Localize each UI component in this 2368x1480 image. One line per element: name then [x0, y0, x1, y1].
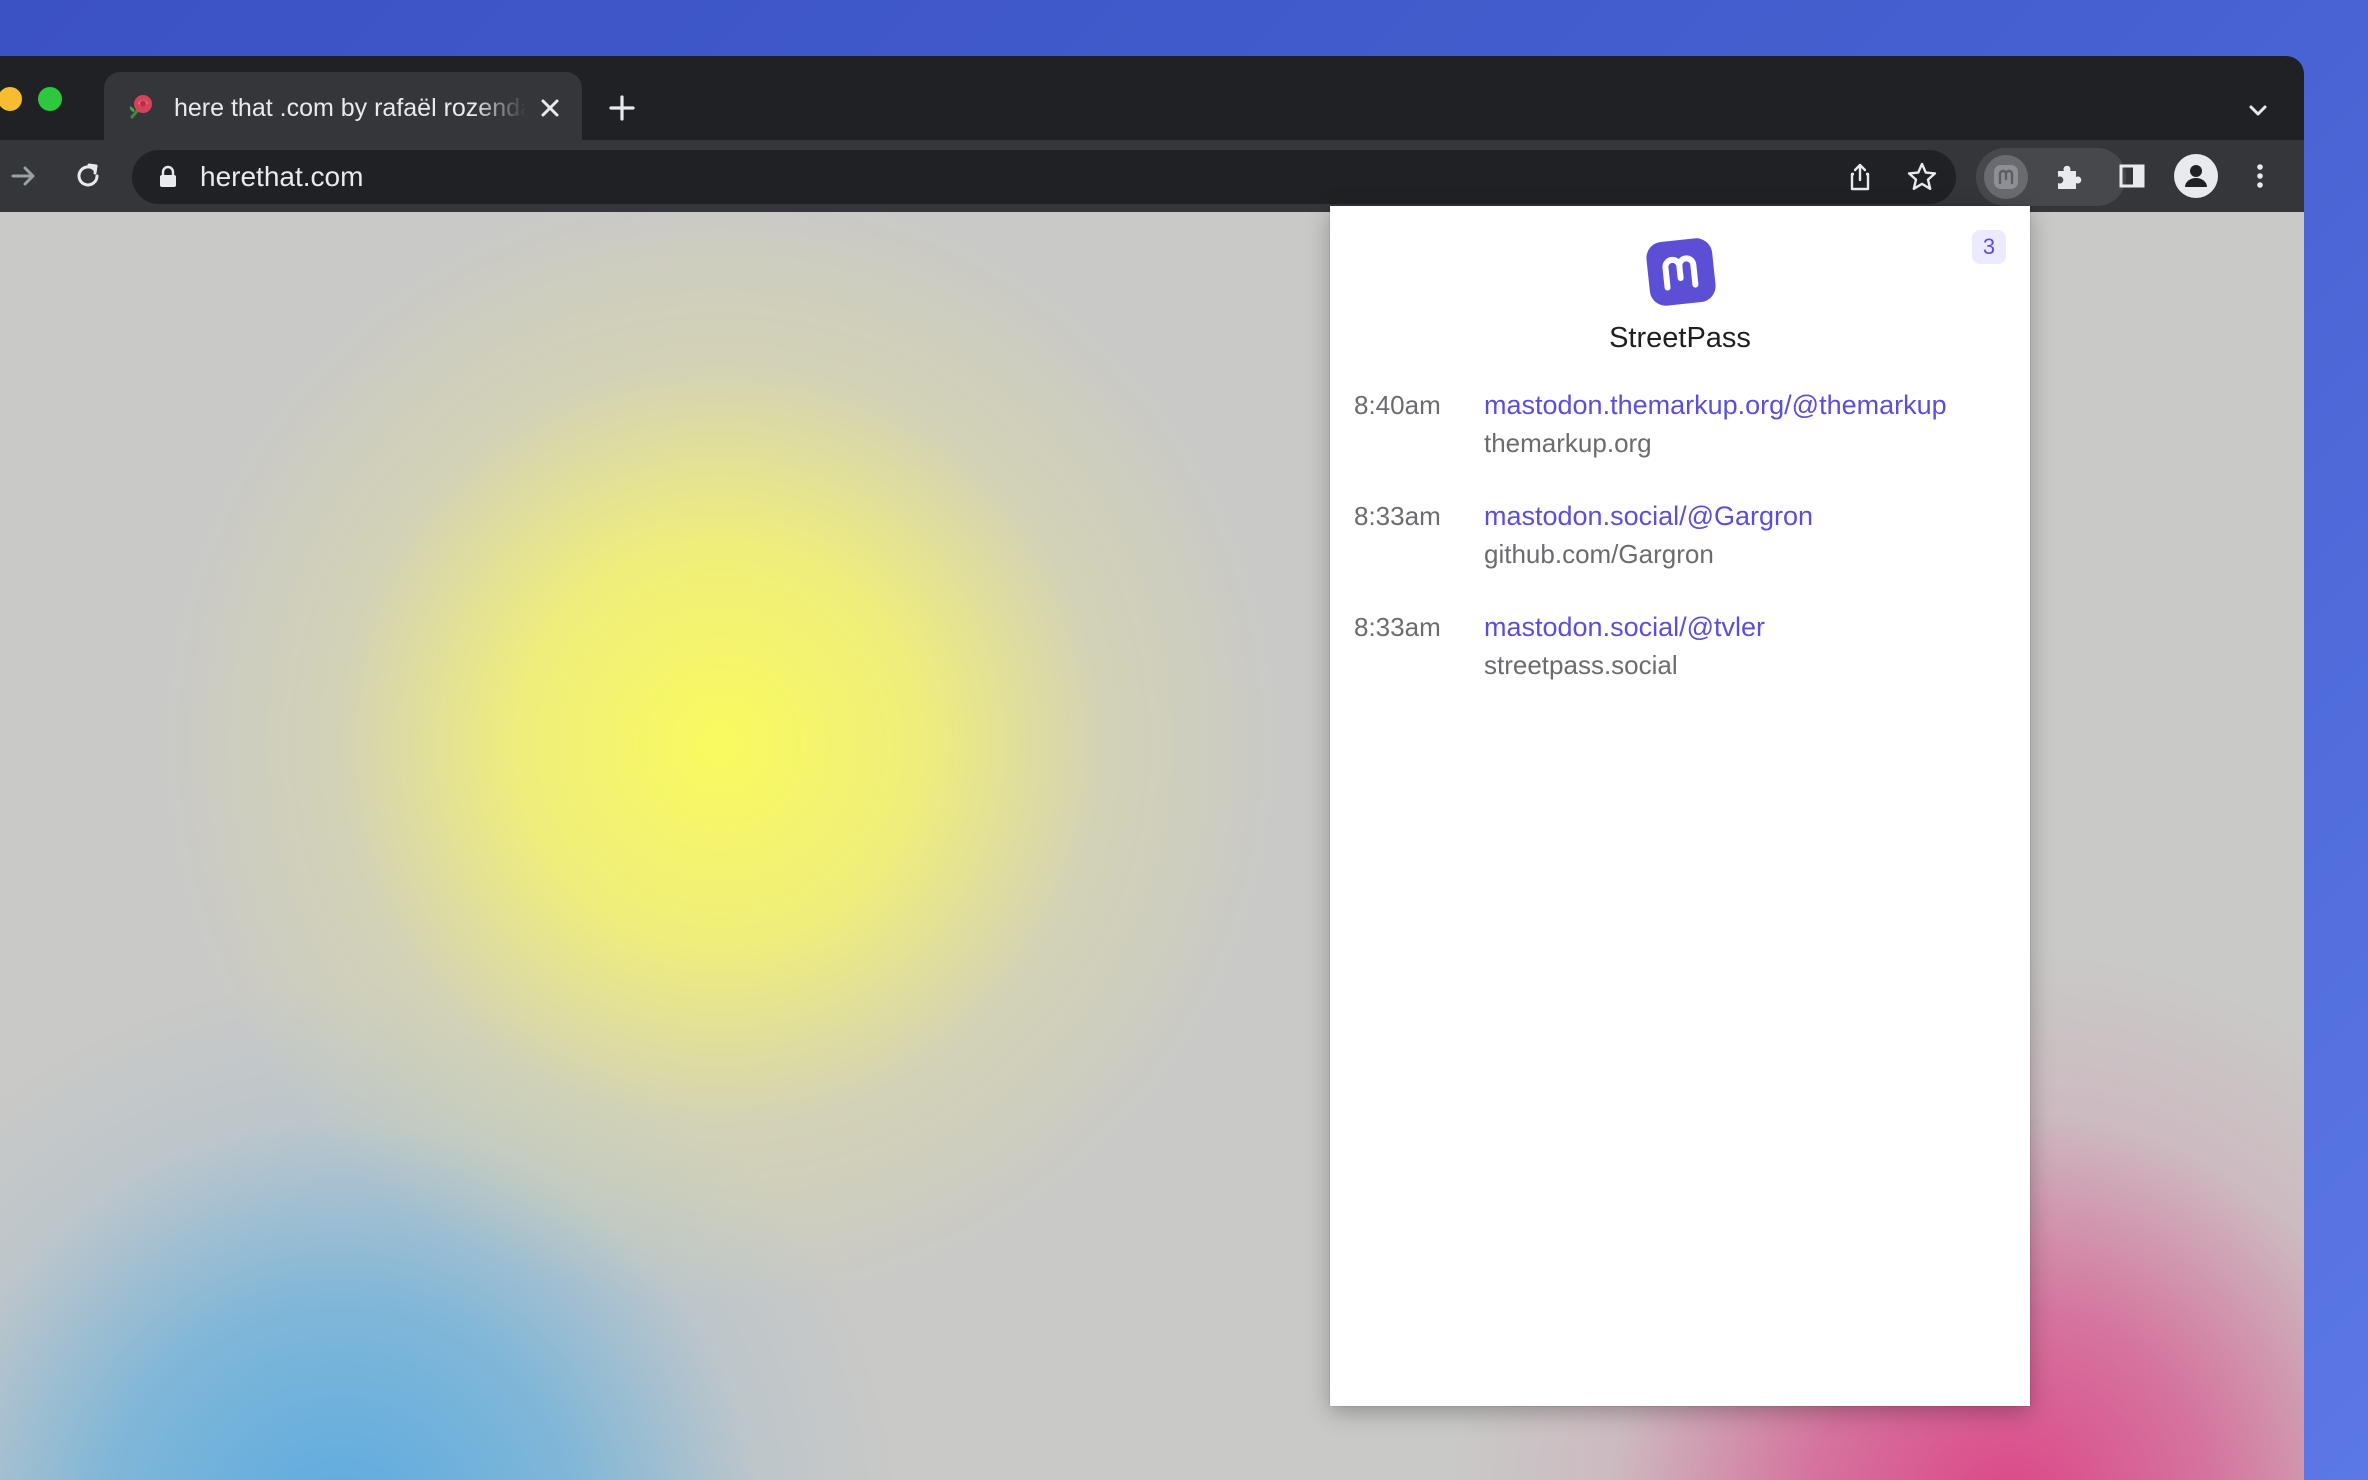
list-item: 8:40am mastodon.themarkup.org/@themarkup… — [1354, 388, 2014, 499]
share-icon[interactable] — [1842, 159, 1878, 195]
browser-tab-active[interactable]: here that .com by rafaël rozendaal — [104, 72, 582, 144]
url-text: herethat.com — [200, 161, 364, 192]
lock-icon[interactable] — [156, 165, 180, 189]
profile-link[interactable]: mastodon.social/@tvler — [1484, 610, 1765, 644]
popup-title: StreetPass — [1609, 322, 1751, 354]
plus-icon[interactable] — [604, 90, 640, 126]
chevron-down-icon[interactable] — [2240, 92, 2276, 128]
rose-icon — [124, 90, 158, 124]
puzzle-icon[interactable] — [2048, 157, 2088, 197]
entry-time: 8:40am — [1354, 390, 1441, 420]
close-icon[interactable] — [536, 94, 564, 122]
star-icon[interactable] — [1904, 159, 1940, 195]
minimize-window-button[interactable] — [0, 87, 22, 111]
profile-list: 8:40am mastodon.themarkup.org/@themarkup… — [1354, 388, 2014, 721]
forward-arrow-icon[interactable] — [4, 156, 44, 196]
reload-icon[interactable] — [68, 156, 108, 196]
browser-toolbar: herethat.com — [0, 140, 2304, 212]
streetpass-popup: StreetPass 3 8:40am mastodon.themarkup.o… — [1330, 206, 2030, 1406]
more-vertical-icon[interactable] — [2240, 156, 2280, 196]
address-bar[interactable]: herethat.com — [132, 150, 1956, 204]
entry-time: 8:33am — [1354, 501, 1441, 531]
zoom-window-button[interactable] — [38, 87, 62, 111]
count-badge: 3 — [1972, 230, 2006, 264]
profile-link[interactable]: mastodon.themarkup.org/@themarkup — [1484, 388, 1947, 422]
mastodon-logo — [1644, 236, 1718, 308]
list-item: 8:33am mastodon.social/@tvler streetpass… — [1354, 610, 2014, 721]
profile-icon[interactable] — [2174, 154, 2218, 198]
list-item: 8:33am mastodon.social/@Gargron github.c… — [1354, 499, 2014, 610]
entry-time: 8:33am — [1354, 612, 1441, 642]
extensions-group — [1976, 148, 2126, 206]
entry-source: themarkup.org — [1484, 428, 1652, 458]
mastodon-icon[interactable] — [1984, 155, 2028, 199]
side-panel-icon[interactable] — [2112, 156, 2152, 196]
profile-link[interactable]: mastodon.social/@Gargron — [1484, 499, 1813, 533]
entry-source: github.com/Gargron — [1484, 539, 1714, 569]
entry-source: streetpass.social — [1484, 650, 1678, 680]
tab-title: here that .com by rafaël rozendaal — [174, 94, 526, 122]
